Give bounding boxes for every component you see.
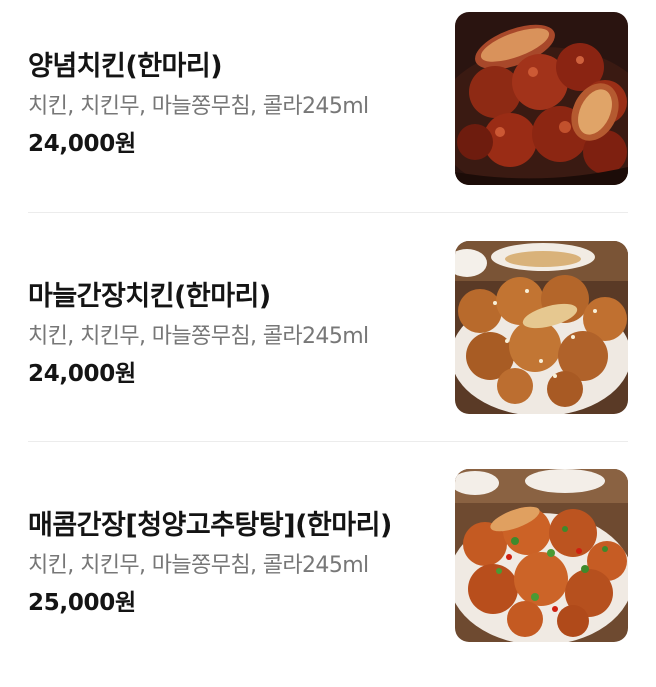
menu-item-description: 치킨, 치킨무, 마늘쫑무침, 콜라245ml: [28, 553, 369, 578]
garlic-soy-chicken-photo[interactable]: [455, 241, 628, 414]
menu-item-price: 24,000원: [28, 131, 136, 157]
yangnyeom-chicken-photo[interactable]: [455, 12, 628, 185]
menu-item-name: 양념치킨(한마리): [28, 51, 223, 82]
menu-item-name: 마늘간장치킨(한마리): [28, 281, 271, 312]
menu-item-description: 치킨, 치킨무, 마늘쫑무침, 콜라245ml: [28, 94, 369, 119]
menu-item-garlic-soy-chicken[interactable]: 마늘간장치킨(한마리) 치킨, 치킨무, 마늘쫑무침, 콜라245ml 24,0…: [0, 228, 656, 458]
menu-list: 양념치킨(한마리) 치킨, 치킨무, 마늘쫑무침, 콜라245ml 24,000…: [0, 0, 656, 663]
menu-item-price: 24,000원: [28, 361, 136, 387]
divider: [28, 441, 628, 442]
menu-item-spicy-soy-chicken[interactable]: 매콤간장[청양고추탕탕](한마리) 치킨, 치킨무, 마늘쫑무침, 콜라245m…: [0, 457, 656, 687]
menu-item-name: 매콤간장[청양고추탕탕](한마리): [28, 510, 392, 541]
spicy-soy-chicken-photo[interactable]: [455, 469, 628, 642]
menu-item-price: 25,000원: [28, 590, 136, 616]
menu-item-description: 치킨, 치킨무, 마늘쫑무침, 콜라245ml: [28, 324, 369, 349]
divider: [28, 212, 628, 213]
menu-item-yangnyeom-chicken[interactable]: 양념치킨(한마리) 치킨, 치킨무, 마늘쫑무침, 콜라245ml 24,000…: [0, 0, 656, 230]
